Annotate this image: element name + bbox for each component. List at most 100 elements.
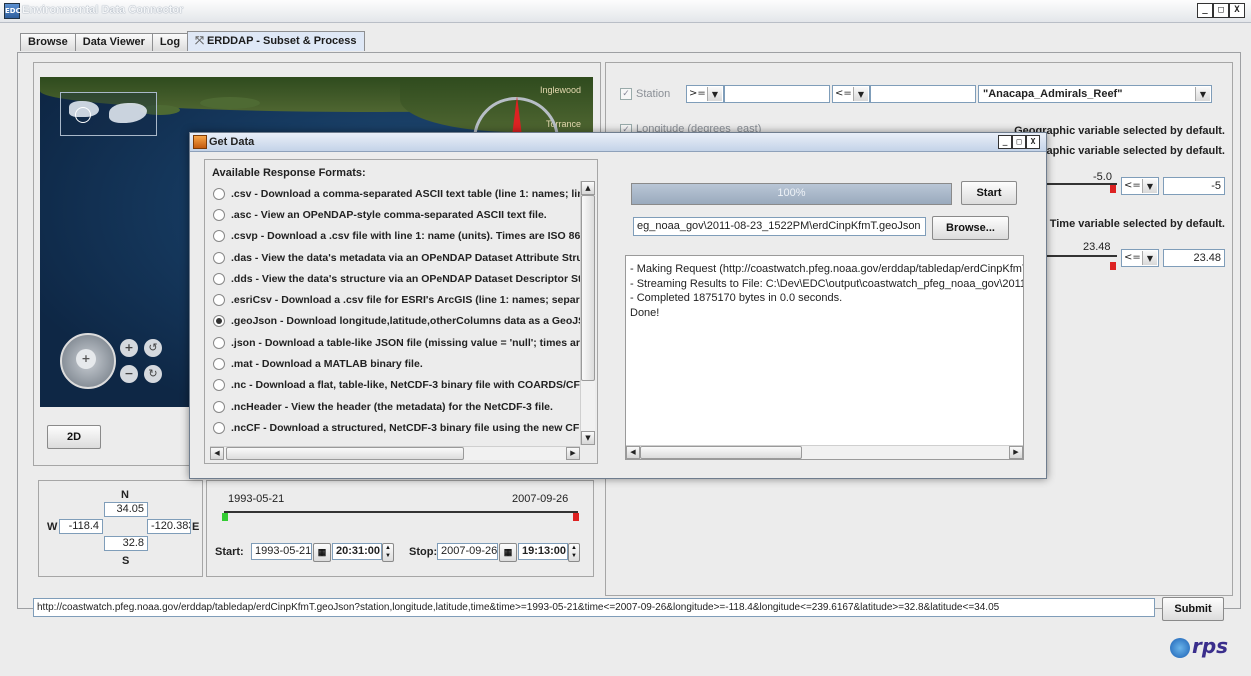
- log-output[interactable]: - Making Request (http://coastwatch.pfeg…: [625, 255, 1024, 460]
- maximize-button[interactable]: □: [1213, 3, 1229, 18]
- tab-bar: Browse Data Viewer Log ⤧ ERDDAP - Subset…: [20, 31, 365, 51]
- radio-button[interactable]: [213, 272, 225, 285]
- temp-op-dropdown[interactable]: <= ▼: [1121, 249, 1159, 267]
- time-slider-start-handle[interactable]: [222, 513, 228, 521]
- tab-data-viewer[interactable]: Data Viewer: [74, 33, 153, 51]
- station-value: "Anacapa_Admirals_Reef": [983, 88, 1123, 100]
- submit-button[interactable]: Submit: [1162, 597, 1224, 621]
- formats-list[interactable]: .csv - Download a comma-separated ASCII …: [210, 183, 595, 455]
- format-option[interactable]: .csv - Download a comma-separated ASCII …: [210, 183, 595, 204]
- temp-slider-track[interactable]: [1044, 255, 1117, 257]
- format-option[interactable]: .ncHeader - View the header (the metadat…: [210, 396, 595, 417]
- depth-op-dropdown[interactable]: <= ▼: [1121, 177, 1159, 195]
- format-option-label: .asc - View an OPeNDAP-style comma-separ…: [231, 208, 547, 221]
- tab-log[interactable]: Log: [151, 33, 189, 51]
- radio-button[interactable]: [213, 336, 225, 349]
- dialog-close-button[interactable]: X: [1026, 135, 1040, 149]
- format-option[interactable]: .geoJson - Download longitude,latitude,o…: [210, 311, 595, 332]
- station-op-le-dropdown[interactable]: <= ▼: [832, 85, 870, 103]
- rotate-right-icon[interactable]: ↻: [144, 365, 162, 383]
- station-value-dropdown[interactable]: "Anacapa_Admirals_Reef" ▼: [978, 85, 1212, 103]
- progress-label: 100%: [777, 187, 806, 199]
- calendar-icon[interactable]: ▦: [499, 543, 517, 562]
- radio-button[interactable]: [213, 358, 225, 371]
- pan-control-icon[interactable]: +: [60, 333, 116, 389]
- close-button[interactable]: X: [1229, 3, 1245, 18]
- overview-map[interactable]: [60, 92, 157, 136]
- format-option[interactable]: .mat - Download a MATLAB binary file.: [210, 353, 595, 374]
- stop-date-field[interactable]: 2007-09-26: [437, 543, 498, 560]
- west-label: W: [47, 521, 58, 533]
- log-hscroll-thumb[interactable]: [640, 446, 802, 459]
- formats-hscroll-thumb[interactable]: [226, 447, 464, 460]
- zoom-out-icon[interactable]: −: [120, 365, 138, 383]
- format-option[interactable]: .nc - Download a flat, table-like, NetCD…: [210, 375, 595, 396]
- format-option[interactable]: .csvp - Download a .csv file with line 1…: [210, 226, 595, 247]
- scroll-right-icon[interactable]: ▶: [566, 447, 580, 460]
- formats-heading: Available Response Formats:: [212, 167, 366, 179]
- calendar-icon[interactable]: ▦: [313, 543, 331, 562]
- radio-button[interactable]: [213, 400, 225, 413]
- format-option[interactable]: .ncCF - Download a structured, NetCDF-3 …: [210, 417, 595, 438]
- station-max-field[interactable]: [870, 85, 976, 103]
- radio-button[interactable]: [213, 251, 225, 264]
- station-op-ge-value: >=: [689, 88, 706, 99]
- format-option[interactable]: .esriCsv - Download a .csv file for ESRI…: [210, 289, 595, 310]
- radio-button[interactable]: [213, 230, 225, 243]
- format-option[interactable]: .dds - View the data's structure via an …: [210, 268, 595, 289]
- station-checkbox[interactable]: ✓: [620, 88, 632, 100]
- formats-scroll-thumb[interactable]: [581, 195, 595, 381]
- log-horizontal-scrollbar[interactable]: ◀ ▶: [626, 445, 1023, 459]
- temp-value-field[interactable]: 23.48: [1163, 249, 1225, 267]
- log-line: - Completed 1875170 bytes in 0.0 seconds…: [630, 292, 843, 304]
- radio-button[interactable]: [213, 294, 225, 307]
- station-op-ge-dropdown[interactable]: >= ▼: [686, 85, 724, 103]
- scroll-up-icon[interactable]: ▲: [581, 181, 595, 195]
- radio-button[interactable]: [213, 379, 225, 392]
- expand-icon: ⤧: [195, 35, 207, 47]
- station-min-field[interactable]: [724, 85, 830, 103]
- tab-erddap[interactable]: ⤧ ERDDAP - Subset & Process: [187, 31, 365, 51]
- temp-slider-handle[interactable]: [1110, 262, 1116, 270]
- start-date-field[interactable]: 1993-05-21: [251, 543, 312, 560]
- north-field[interactable]: 34.05: [104, 502, 148, 517]
- radio-button[interactable]: [213, 208, 225, 221]
- east-field[interactable]: -120.383: [147, 519, 191, 534]
- format-option[interactable]: .asc - View an OPeNDAP-style comma-separ…: [210, 204, 595, 225]
- rotate-left-icon[interactable]: ↺: [144, 339, 162, 357]
- format-option[interactable]: .json - Download a table-like JSON file …: [210, 332, 595, 353]
- app-icon: EDC: [4, 3, 21, 19]
- dialog-minimize-button[interactable]: _: [998, 135, 1012, 149]
- east-label: E: [192, 521, 200, 533]
- browse-button[interactable]: Browse...: [932, 216, 1009, 240]
- formats-vertical-scrollbar[interactable]: ▲ ▼: [580, 181, 595, 445]
- stop-time-field[interactable]: 19:13:00: [518, 543, 568, 560]
- minimize-button[interactable]: _: [1197, 3, 1213, 18]
- tab-browse[interactable]: Browse: [20, 33, 76, 51]
- stop-time-spinner[interactable]: ▲ ▼: [568, 543, 580, 562]
- view-2d-button[interactable]: 2D: [47, 425, 101, 449]
- start-button[interactable]: Start: [961, 181, 1017, 205]
- depth-value-field[interactable]: -5: [1163, 177, 1225, 195]
- dialog-maximize-button[interactable]: □: [1012, 135, 1026, 149]
- radio-button[interactable]: [213, 187, 225, 200]
- zoom-in-icon[interactable]: +: [120, 339, 138, 357]
- scroll-left-icon[interactable]: ◀: [210, 447, 224, 460]
- output-file-field[interactable]: eg_noaa_gov\2011-08-23_1522PM\erdCinpKfm…: [633, 217, 926, 236]
- start-time-spinner[interactable]: ▲ ▼: [382, 543, 394, 562]
- west-field[interactable]: -118.4: [59, 519, 103, 534]
- time-slider-end-handle[interactable]: [573, 513, 579, 521]
- south-field[interactable]: 32.8: [104, 536, 148, 551]
- formats-horizontal-scrollbar[interactable]: ◀ ▶: [210, 446, 580, 460]
- time-slider-track[interactable]: [224, 511, 578, 513]
- scroll-down-icon[interactable]: ▼: [581, 431, 595, 445]
- depth-slider-track[interactable]: [1044, 183, 1117, 185]
- radio-button[interactable]: [213, 315, 225, 328]
- start-time-field[interactable]: 20:31:00: [332, 543, 382, 560]
- scroll-left-icon[interactable]: ◀: [626, 446, 640, 459]
- format-option[interactable]: .das - View the data's metadata via an O…: [210, 247, 595, 268]
- depth-slider-handle[interactable]: [1110, 185, 1116, 193]
- radio-button[interactable]: [213, 421, 225, 434]
- scroll-right-icon[interactable]: ▶: [1009, 446, 1023, 459]
- request-url-field[interactable]: http://coastwatch.pfeg.noaa.gov/erddap/t…: [33, 598, 1155, 617]
